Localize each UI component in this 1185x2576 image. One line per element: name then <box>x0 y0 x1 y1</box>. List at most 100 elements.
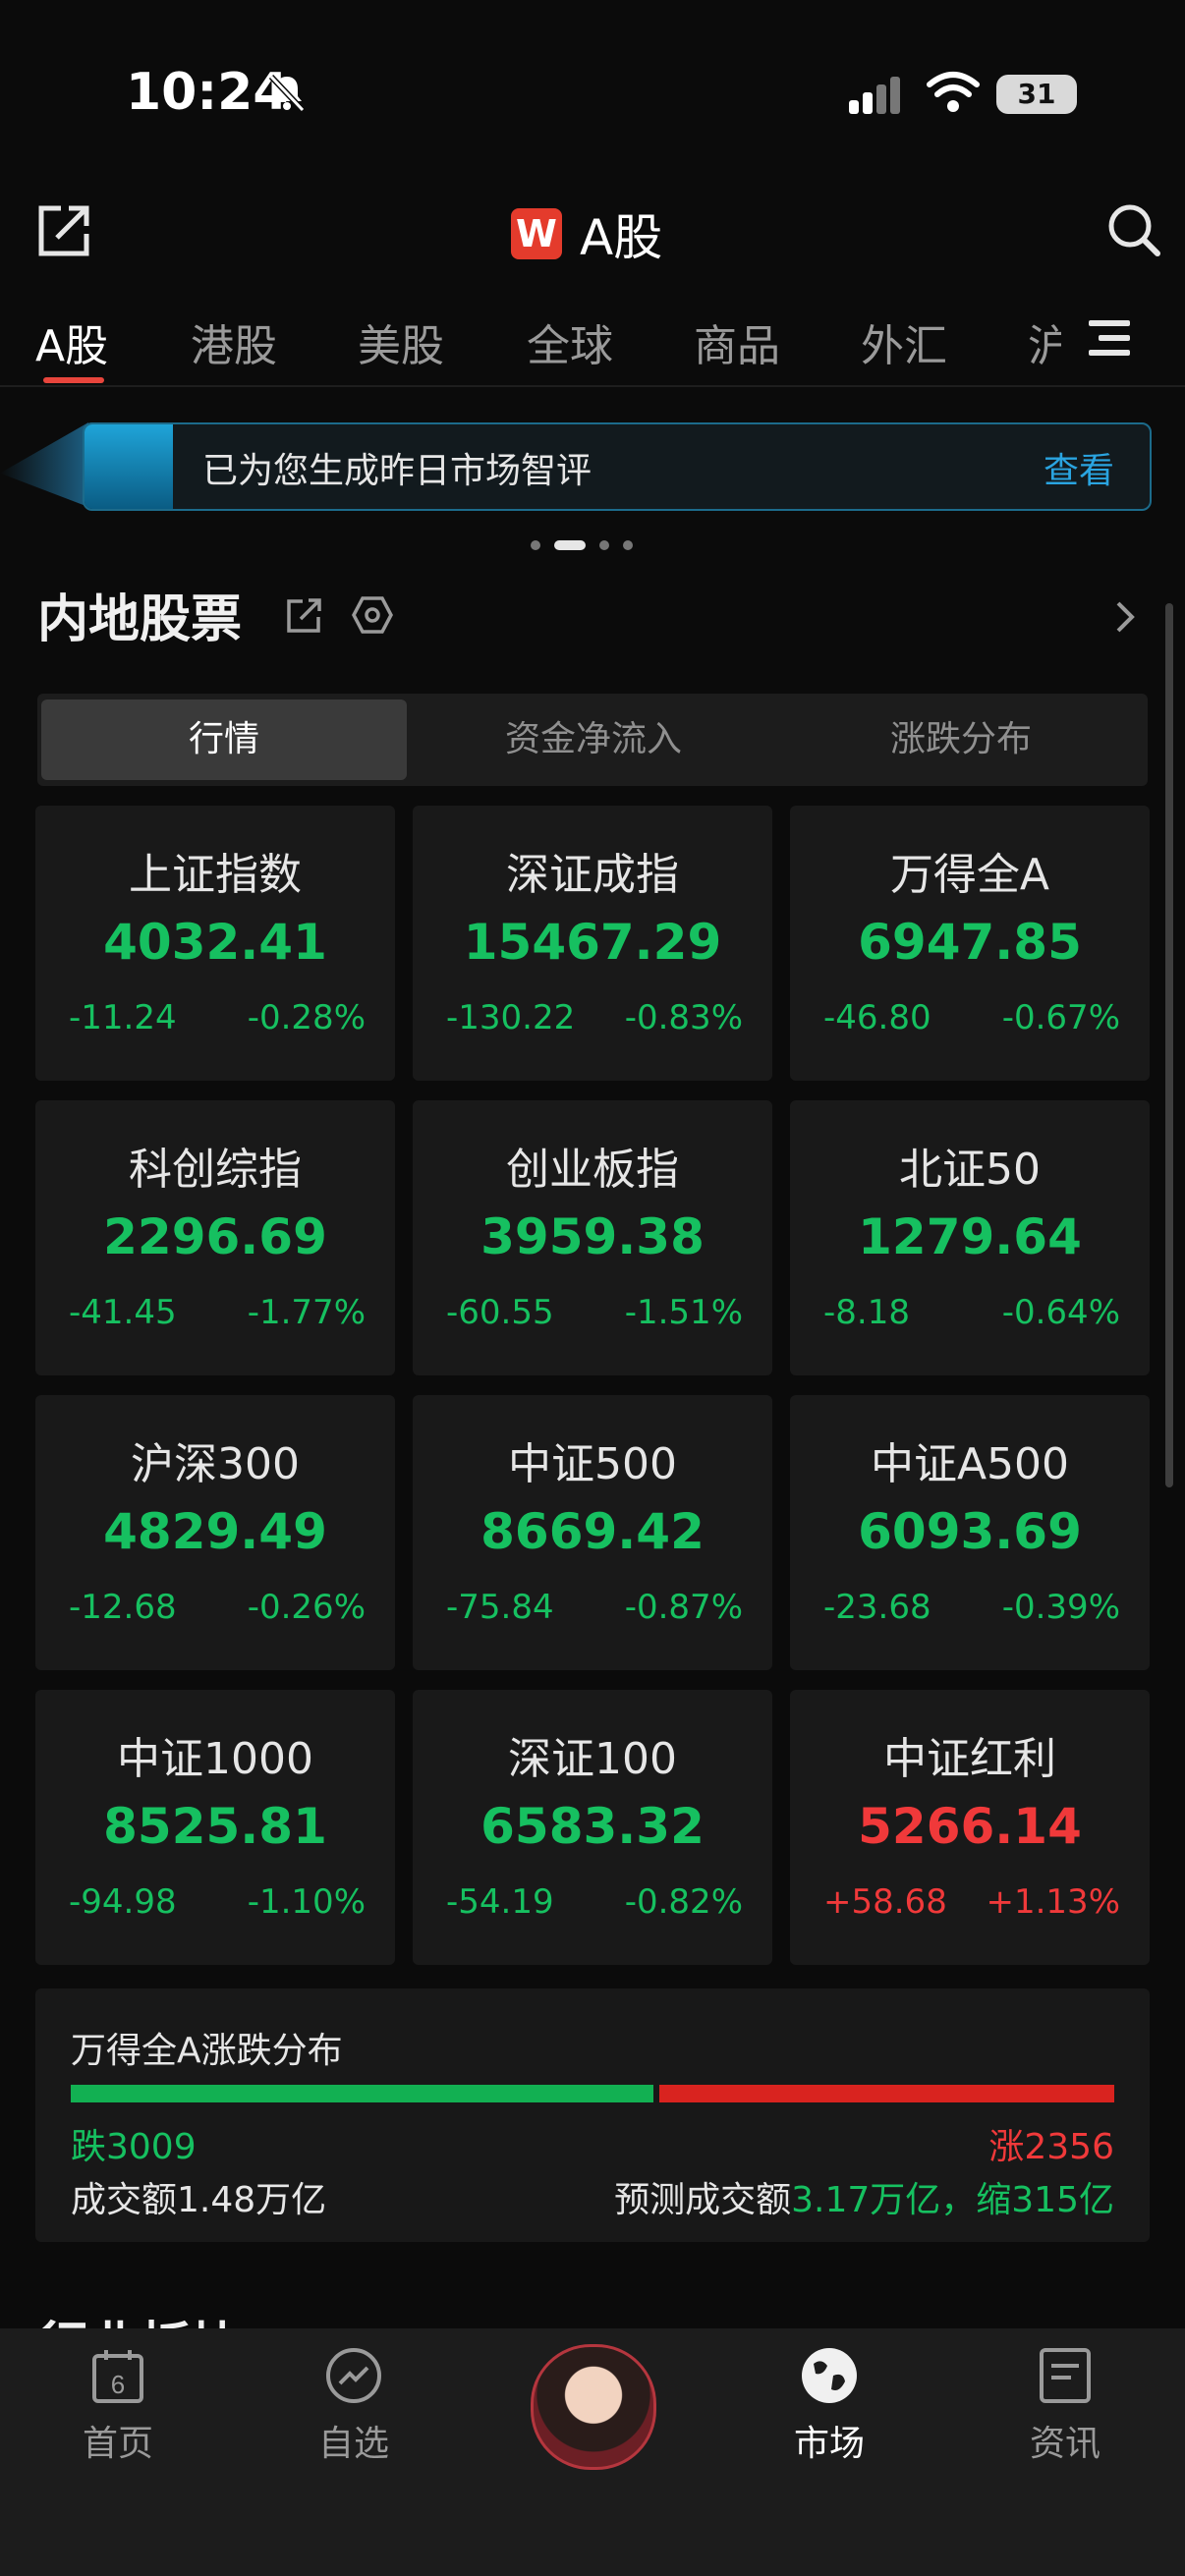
index-card[interactable]: 上证指数 4032.41 -11.24 -0.28% <box>35 806 395 1081</box>
index-change-pct: -1.10% <box>247 1882 366 1922</box>
signal-icon <box>849 77 900 114</box>
index-change-pct: -0.82% <box>624 1882 743 1922</box>
forecast-value: 3.17万亿，缩315亿 <box>791 2180 1114 2220</box>
forecast-turnover: 预测成交额3.17万亿，缩315亿 <box>614 2171 1114 2222</box>
index-card[interactable]: 万得全A 6947.85 -46.80 -0.67% <box>790 806 1150 1081</box>
nav-market-label: 市场 <box>793 2424 865 2464</box>
index-name: 中证A500 <box>870 1439 1070 1489</box>
index-name: 科创综指 <box>129 1145 302 1195</box>
index-change-pct: -0.28% <box>247 998 366 1037</box>
divider <box>0 385 1185 387</box>
index-name: 中证红利 <box>883 1734 1056 1784</box>
index-change: -60.55 <box>446 1293 554 1332</box>
index-change-pct: -0.87% <box>624 1588 743 1627</box>
index-change: -11.24 <box>69 998 177 1037</box>
banner-view-link[interactable]: 查看 <box>1044 442 1114 493</box>
banner-text: 已为您生成昨日市场智评 <box>202 451 592 491</box>
assistant-avatar[interactable] <box>531 2344 656 2470</box>
turnover-text: 成交额1.48万亿 <box>71 2180 327 2220</box>
tab-active-indicator <box>43 377 104 383</box>
index-value: 2296.69 <box>103 1208 327 1265</box>
index-card[interactable]: 深证成指 15467.29 -130.22 -0.83% <box>413 806 772 1081</box>
nav-watchlist-label: 自选 <box>317 2424 389 2464</box>
section-tools <box>285 595 393 635</box>
carousel-dot <box>531 540 540 550</box>
index-name: 上证指数 <box>129 850 302 900</box>
index-name: 深证100 <box>508 1734 677 1784</box>
fall-count: 跌3009 <box>71 2127 197 2167</box>
wind-logo: W <box>511 208 562 259</box>
index-change: +58.68 <box>823 1882 947 1922</box>
index-card[interactable]: 中证A500 6093.69 -23.68 -0.39% <box>790 1395 1150 1670</box>
menu-icon[interactable] <box>1089 318 1134 358</box>
index-change: -130.22 <box>446 998 576 1037</box>
index-change: -41.45 <box>69 1293 177 1332</box>
index-card[interactable]: 创业板指 3959.38 -60.55 -1.51% <box>413 1100 772 1375</box>
market-tabs: A股 港股 美股 全球 商品 外汇 沪 <box>0 305 1185 383</box>
index-value: 6583.32 <box>480 1798 705 1855</box>
tab-hk[interactable]: 港股 <box>191 310 277 373</box>
settings-hexagon-icon[interactable] <box>352 595 393 635</box>
tab-a-share[interactable]: A股 <box>35 310 108 373</box>
distribution-bar-up <box>659 2085 1114 2102</box>
carousel-dot <box>599 540 609 550</box>
tab-us[interactable]: 美股 <box>358 310 444 373</box>
index-card[interactable]: 北证50 1279.64 -8.18 -0.64% <box>790 1100 1150 1375</box>
trend-icon <box>326 2348 381 2403</box>
index-change-pct: +1.13% <box>986 1882 1121 1922</box>
distribution-title: 万得全A涨跌分布 <box>71 2031 343 2071</box>
index-change: -94.98 <box>69 1882 177 1922</box>
index-change: -8.18 <box>823 1293 910 1332</box>
forecast-label: 预测成交额 <box>614 2180 792 2220</box>
app-title[interactable]: W A股 <box>511 198 662 269</box>
index-card[interactable]: 沪深300 4829.49 -12.68 -0.26% <box>35 1395 395 1670</box>
section-share-icon[interactable] <box>285 595 324 635</box>
rise-count: 涨2356 <box>988 2127 1114 2167</box>
index-name: 北证50 <box>899 1145 1041 1195</box>
index-change-pct: -0.39% <box>1001 1588 1120 1627</box>
index-change: -54.19 <box>446 1882 554 1922</box>
index-name: 沪深300 <box>131 1439 300 1489</box>
index-card[interactable]: 深证100 6583.32 -54.19 -0.82% <box>413 1690 772 1965</box>
nav-market[interactable]: 市场 <box>751 2346 908 2466</box>
index-change: -46.80 <box>823 998 931 1037</box>
section-title: 内地股票 <box>37 590 243 649</box>
index-card[interactable]: 科创综指 2296.69 -41.45 -1.77% <box>35 1100 395 1375</box>
view-segmented-control: 行情 资金净流入 涨跌分布 <box>37 694 1148 786</box>
nav-home[interactable]: 6 首页 <box>39 2346 197 2466</box>
index-card[interactable]: 中证500 8669.42 -75.84 -0.87% <box>413 1395 772 1670</box>
tab-more-partial[interactable]: 沪 <box>1028 310 1061 373</box>
status-time: 10:24 <box>126 63 289 122</box>
scrollbar[interactable] <box>1165 603 1173 1487</box>
nav-news[interactable]: 资讯 <box>987 2346 1144 2466</box>
bottom-nav: 6 首页 自选 市场 资讯 <box>0 2328 1185 2576</box>
bell-muted-icon <box>268 74 306 113</box>
app-title-text: A股 <box>580 209 663 266</box>
index-name: 万得全A <box>889 850 1050 900</box>
index-change: -12.68 <box>69 1588 177 1627</box>
nav-news-label: 资讯 <box>1029 2424 1100 2464</box>
segment-quotes[interactable]: 行情 <box>41 700 407 780</box>
share-icon[interactable] <box>35 200 94 259</box>
index-card[interactable]: 中证1000 8525.81 -94.98 -1.10% <box>35 1690 395 1965</box>
index-value: 8669.42 <box>480 1503 705 1560</box>
tab-forex[interactable]: 外汇 <box>861 310 947 373</box>
nav-watchlist[interactable]: 自选 <box>275 2346 432 2466</box>
banner-glow <box>0 422 88 507</box>
calendar-icon: 6 <box>92 2350 143 2403</box>
index-value: 6947.85 <box>858 914 1082 971</box>
index-value: 15467.29 <box>463 914 722 971</box>
tab-commodity[interactable]: 商品 <box>694 310 780 373</box>
carousel-dot-active <box>554 540 586 550</box>
segment-net-inflow[interactable]: 资金净流入 <box>411 700 776 780</box>
index-change: -23.68 <box>823 1588 931 1627</box>
index-card[interactable]: 中证红利 5266.14 +58.68 +1.13% <box>790 1690 1150 1965</box>
ai-review-banner[interactable]: 已为您生成昨日市场智评 查看 <box>83 422 1152 511</box>
index-change-pct: -1.51% <box>624 1293 743 1332</box>
rise-fall-distribution[interactable]: 万得全A涨跌分布 跌3009 涨2356 成交额1.48万亿 预测成交额3.17… <box>35 1988 1150 2242</box>
chevron-right-icon[interactable] <box>1110 597 1140 637</box>
search-icon[interactable] <box>1104 200 1163 259</box>
index-value: 5266.14 <box>858 1798 1082 1855</box>
tab-global[interactable]: 全球 <box>527 310 613 373</box>
segment-distribution[interactable]: 涨跌分布 <box>778 700 1144 780</box>
